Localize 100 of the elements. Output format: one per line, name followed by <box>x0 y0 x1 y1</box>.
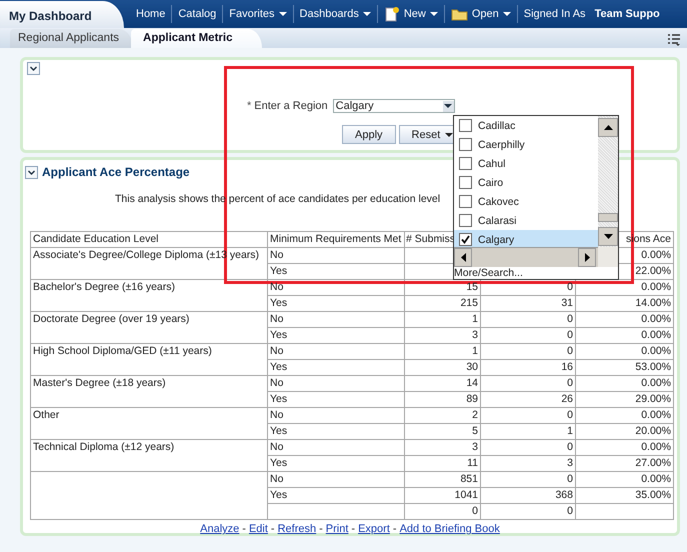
checkbox[interactable] <box>459 138 472 151</box>
signed-in-label: Signed In As <box>524 8 586 20</box>
table-cell: Yes <box>268 488 404 504</box>
table-cell: 0.00% <box>576 440 674 456</box>
link-separator: - <box>319 523 323 535</box>
more-search-link[interactable]: More/Search... <box>454 267 523 279</box>
table-cell: 1 <box>480 424 576 440</box>
table-cell: 16 <box>480 360 576 376</box>
region-option[interactable]: Cairo <box>454 173 598 192</box>
checkbox[interactable] <box>459 233 472 246</box>
section-title: Applicant Ace Percentage <box>42 165 190 179</box>
table-cell: 0.00% <box>576 376 674 392</box>
table-cell: Yes <box>268 264 404 280</box>
table-cell: No <box>268 376 404 392</box>
table-cell: 0.00% <box>576 408 674 424</box>
action-link[interactable]: Analyze <box>200 523 240 535</box>
nav-menu-item[interactable]: Catalog <box>171 5 222 23</box>
up-arrow-icon <box>604 125 612 130</box>
collapse-icon[interactable] <box>27 62 40 75</box>
table-cell: 1041 <box>404 488 480 504</box>
table-cell: 5 <box>404 424 480 440</box>
table-cell: Other <box>30 408 268 440</box>
collapse-icon[interactable] <box>25 166 38 178</box>
table-cell: 30 <box>404 360 480 376</box>
table-cell: Yes <box>268 328 404 344</box>
nav-menu-item[interactable]: Favorites <box>222 5 293 23</box>
table-cell: 35.00% <box>576 488 674 504</box>
action-link[interactable]: Add to Briefing Book <box>400 523 500 535</box>
table-cell: Master's Degree (±18 years) <box>30 376 268 408</box>
table-cell: 0.00% <box>576 344 674 360</box>
table-cell: No <box>268 248 404 264</box>
checkbox[interactable] <box>459 195 472 208</box>
checkbox[interactable] <box>459 176 472 189</box>
user-name[interactable]: Team Suppo <box>594 8 660 20</box>
table-cell: 0 <box>480 472 576 488</box>
table-cell: 0.00% <box>576 312 674 328</box>
column-header: Candidate Education Level <box>30 232 268 248</box>
table-cell: 1 <box>404 344 480 360</box>
prompt-label: Enter a Region <box>254 100 328 112</box>
nav-menu-item[interactable]: Open <box>444 5 517 23</box>
region-option[interactable]: Cahul <box>454 154 598 173</box>
scroll-left-button[interactable] <box>454 248 472 267</box>
link-separator: - <box>351 523 356 535</box>
table-cell: No <box>268 408 404 424</box>
table-cell: 0 <box>404 504 480 520</box>
table-cell: Bachelor's Degree (±16 years) <box>30 280 268 312</box>
table-cell: Yes <box>268 424 404 440</box>
table-cell: No <box>268 440 404 456</box>
region-option[interactable]: Calarasi <box>454 211 598 230</box>
table-cell: 0 <box>480 344 576 360</box>
link-separator: - <box>270 523 275 535</box>
left-arrow-icon <box>460 253 466 262</box>
nav-menu-item[interactable]: Dashboards <box>292 5 377 23</box>
table-cell: High School Diploma/GED (±11 years) <box>30 344 268 376</box>
table-cell: 0 <box>480 312 576 328</box>
vertical-scrollbar[interactable] <box>598 116 618 247</box>
scroll-up-button[interactable] <box>598 118 618 137</box>
table-cell: 11 <box>404 456 480 472</box>
checkbox[interactable] <box>459 157 472 170</box>
caret-icon <box>444 104 452 108</box>
checkbox[interactable] <box>459 119 472 132</box>
table-cell: 0 <box>480 440 576 456</box>
nav-menu-item[interactable]: New <box>376 5 444 23</box>
page-tab[interactable]: Applicant Metric <box>131 29 262 48</box>
required-mark: * <box>247 100 252 112</box>
page-options-icon[interactable] <box>667 33 681 47</box>
table-cell: 1 <box>404 312 480 328</box>
table-cell: 20.00% <box>576 424 674 440</box>
nav-menu-item[interactable]: Home <box>130 5 172 23</box>
table-cell: 14.00% <box>576 296 674 312</box>
region-select[interactable]: Calgary <box>332 99 455 113</box>
table-cell: 215 <box>404 296 480 312</box>
scrollbar-corner <box>598 247 618 267</box>
table-cell: 3 <box>404 440 480 456</box>
checkbox[interactable] <box>459 214 472 227</box>
action-link[interactable]: Edit <box>248 523 268 535</box>
column-header: Minimum Requirements Met <box>268 232 404 248</box>
scroll-right-button[interactable] <box>578 248 596 267</box>
dashboard-title: My Dashboard <box>0 1 124 28</box>
table-cell: 0 <box>480 408 576 424</box>
prompt-button[interactable]: Apply <box>342 125 396 144</box>
table-cell: 31 <box>480 296 576 312</box>
action-link[interactable]: Refresh <box>278 523 316 535</box>
action-link[interactable]: Print <box>326 523 348 535</box>
table-cell: 0 <box>480 328 576 344</box>
scrollbar-thumb[interactable] <box>598 213 618 222</box>
table-cell: No <box>268 472 404 488</box>
page-tab[interactable]: Regional Applicants <box>10 29 134 48</box>
region-option[interactable]: Cakovec <box>454 192 598 211</box>
table-cell: 3 <box>404 328 480 344</box>
table-cell: Doctorate Degree (over 19 years) <box>30 312 268 344</box>
table-cell: 0 <box>480 504 576 520</box>
table-cell: 29.00% <box>576 392 674 408</box>
table-cell: 26 <box>480 392 576 408</box>
table-cell: Technical Diploma (±12 years) <box>30 440 268 472</box>
table-cell: No <box>268 312 404 328</box>
action-link[interactable]: Export <box>358 523 390 535</box>
horizontal-scrollbar[interactable] <box>454 247 598 267</box>
scroll-down-button[interactable] <box>598 227 618 246</box>
table-cell: 89 <box>404 392 480 408</box>
